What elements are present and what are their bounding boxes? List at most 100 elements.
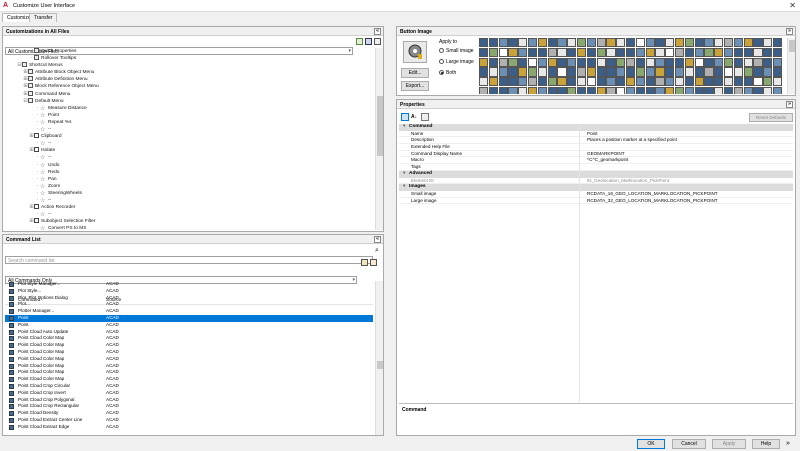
property-value[interactable]: RCDATA_32_GEO_LOCATION_MARKLOCATION_PICK… bbox=[587, 198, 718, 205]
collapse-icon[interactable]: » bbox=[786, 28, 793, 35]
gallery-image-icon[interactable] bbox=[684, 47, 695, 58]
gallery-image-icon[interactable] bbox=[665, 38, 675, 48]
gallery-image-icon[interactable] bbox=[547, 47, 557, 58]
gallery-image-icon[interactable] bbox=[537, 67, 548, 77]
command-row[interactable]: Point Cloud Color Map ACAD bbox=[5, 349, 373, 356]
tab-transfer[interactable]: Transfer bbox=[29, 13, 58, 22]
gallery-image-icon[interactable] bbox=[527, 86, 538, 94]
gallery-image-icon[interactable] bbox=[655, 38, 665, 48]
gallery-image-icon[interactable] bbox=[606, 86, 616, 94]
gallery-image-icon[interactable] bbox=[606, 47, 616, 58]
gallery-image-icon[interactable] bbox=[723, 38, 734, 48]
gallery-image-icon[interactable] bbox=[733, 38, 744, 48]
close-icon[interactable]: ✕ bbox=[789, 1, 796, 10]
command-row[interactable]: Point Cloud Auto Update ACAD bbox=[5, 329, 373, 336]
gallery-image-icon[interactable] bbox=[763, 38, 773, 48]
tree-node[interactable]: · ☆ Repeat %s bbox=[5, 119, 373, 126]
gallery-image-icon[interactable] bbox=[625, 57, 636, 67]
gallery-image-icon[interactable] bbox=[665, 67, 675, 77]
radio-small-image[interactable]: Small image bbox=[439, 48, 474, 54]
gallery-image-icon[interactable] bbox=[606, 57, 616, 67]
gallery-image-icon[interactable] bbox=[733, 57, 744, 67]
gallery-image-icon[interactable] bbox=[763, 77, 773, 87]
gallery-image-icon[interactable] bbox=[763, 86, 773, 94]
gallery-image-icon[interactable] bbox=[694, 47, 704, 58]
gallery-scroll-thumb[interactable] bbox=[789, 40, 795, 52]
gallery-image-icon[interactable] bbox=[576, 77, 587, 87]
gallery-image-icon[interactable] bbox=[527, 38, 538, 48]
command-row[interactable]: Point Cloud Density ACAD bbox=[5, 410, 373, 417]
gallery-image-icon[interactable] bbox=[498, 77, 508, 87]
gallery-image-icon[interactable] bbox=[733, 86, 744, 94]
tree-node[interactable]: · ☆ Measure Distance bbox=[5, 105, 373, 112]
tree-node[interactable]: ⊞ Command Menu bbox=[5, 90, 373, 98]
gallery-image-icon[interactable] bbox=[625, 47, 636, 58]
gallery-image-icon[interactable] bbox=[586, 77, 597, 87]
gallery-image-icon[interactable] bbox=[674, 77, 685, 87]
gallery-image-icon[interactable] bbox=[518, 86, 528, 94]
command-row[interactable]: Point ACAD bbox=[5, 314, 373, 322]
gallery-image-icon[interactable] bbox=[645, 47, 655, 58]
tree-node[interactable]: · ☆ Pan bbox=[5, 176, 373, 183]
radio-both-dot[interactable] bbox=[439, 70, 444, 75]
gallery-image-icon[interactable] bbox=[763, 47, 773, 58]
tree-node[interactable]: · Quick Properties bbox=[5, 48, 373, 55]
gallery-image-icon[interactable] bbox=[479, 77, 489, 87]
gallery-image-icon[interactable] bbox=[537, 57, 548, 67]
gallery-image-icon[interactable] bbox=[488, 77, 499, 87]
gallery-image-icon[interactable] bbox=[645, 38, 655, 48]
find-replace-icon[interactable] bbox=[361, 259, 368, 266]
gallery-image-icon[interactable] bbox=[567, 38, 577, 48]
gallery-image-icon[interactable] bbox=[527, 77, 538, 87]
apply-button[interactable]: Apply bbox=[712, 439, 746, 449]
gallery-image-icon[interactable] bbox=[743, 57, 753, 67]
gallery-image-icon[interactable] bbox=[479, 57, 489, 67]
gallery-image-icon[interactable] bbox=[763, 67, 773, 77]
property-column-divider[interactable] bbox=[579, 124, 580, 402]
tree-node[interactable]: · Rollover Tooltips bbox=[5, 55, 373, 62]
gallery-image-icon[interactable] bbox=[508, 57, 518, 67]
gallery-image-icon[interactable] bbox=[674, 67, 685, 77]
gallery-image-icon[interactable] bbox=[508, 67, 518, 77]
gallery-image-icon[interactable] bbox=[772, 67, 783, 77]
tree-node[interactable]: ⊞ Action Recorder bbox=[5, 204, 373, 211]
gallery-image-icon[interactable] bbox=[498, 38, 508, 48]
gallery-image-icon[interactable] bbox=[684, 38, 695, 48]
gallery-image-icon[interactable] bbox=[743, 86, 753, 94]
gallery-image-icon[interactable] bbox=[488, 86, 499, 94]
tree-node[interactable]: · ☆ -- bbox=[5, 197, 373, 204]
property-row[interactable]: Tags bbox=[399, 164, 793, 171]
gallery-image-icon[interactable] bbox=[527, 67, 538, 77]
command-scroll-thumb[interactable] bbox=[377, 361, 383, 369]
property-row[interactable]: Name Point bbox=[399, 131, 793, 138]
gallery-image-icon[interactable] bbox=[547, 57, 557, 67]
property-row[interactable]: Small image RCDATA_16_GEO_LOCATION_MARKLO… bbox=[399, 191, 793, 198]
gallery-image-icon[interactable] bbox=[714, 77, 724, 87]
command-row[interactable]: Plot, Plot Options Dialog ACAD bbox=[5, 295, 373, 302]
gallery-image-icon[interactable] bbox=[625, 38, 636, 48]
gallery-image-icon[interactable] bbox=[684, 86, 695, 94]
gallery-image-icon[interactable] bbox=[547, 38, 557, 48]
tree-node[interactable]: ⊟ Default Menu bbox=[5, 97, 373, 105]
expand-dialog-icon[interactable]: » bbox=[786, 440, 790, 447]
gallery-image-icon[interactable] bbox=[723, 47, 734, 58]
tree-node[interactable]: · ☆ -- bbox=[5, 126, 373, 133]
gallery-image-icon[interactable] bbox=[704, 86, 714, 94]
button-image-gallery[interactable] bbox=[479, 38, 785, 94]
gallery-image-icon[interactable] bbox=[772, 86, 783, 94]
gallery-image-icon[interactable] bbox=[567, 77, 577, 87]
gallery-image-icon[interactable] bbox=[674, 57, 685, 67]
command-scrollbar[interactable] bbox=[375, 281, 383, 435]
property-pages-icon[interactable] bbox=[421, 113, 429, 121]
gallery-image-icon[interactable] bbox=[635, 47, 646, 58]
gallery-image-icon[interactable] bbox=[606, 67, 616, 77]
cancel-button[interactable]: Cancel bbox=[672, 439, 706, 449]
command-row[interactable]: Plotter Manager... ACAD bbox=[5, 308, 373, 315]
command-row[interactable]: Point Cloud Color Map ACAD bbox=[5, 363, 373, 370]
gallery-image-icon[interactable] bbox=[635, 67, 646, 77]
command-row[interactable]: Point Cloud Crop Circular ACAD bbox=[5, 383, 373, 390]
gallery-image-icon[interactable] bbox=[714, 86, 724, 94]
command-row[interactable]: Point Cloud Color Map ACAD bbox=[5, 356, 373, 363]
gallery-image-icon[interactable] bbox=[547, 77, 557, 87]
gallery-image-icon[interactable] bbox=[596, 57, 606, 67]
